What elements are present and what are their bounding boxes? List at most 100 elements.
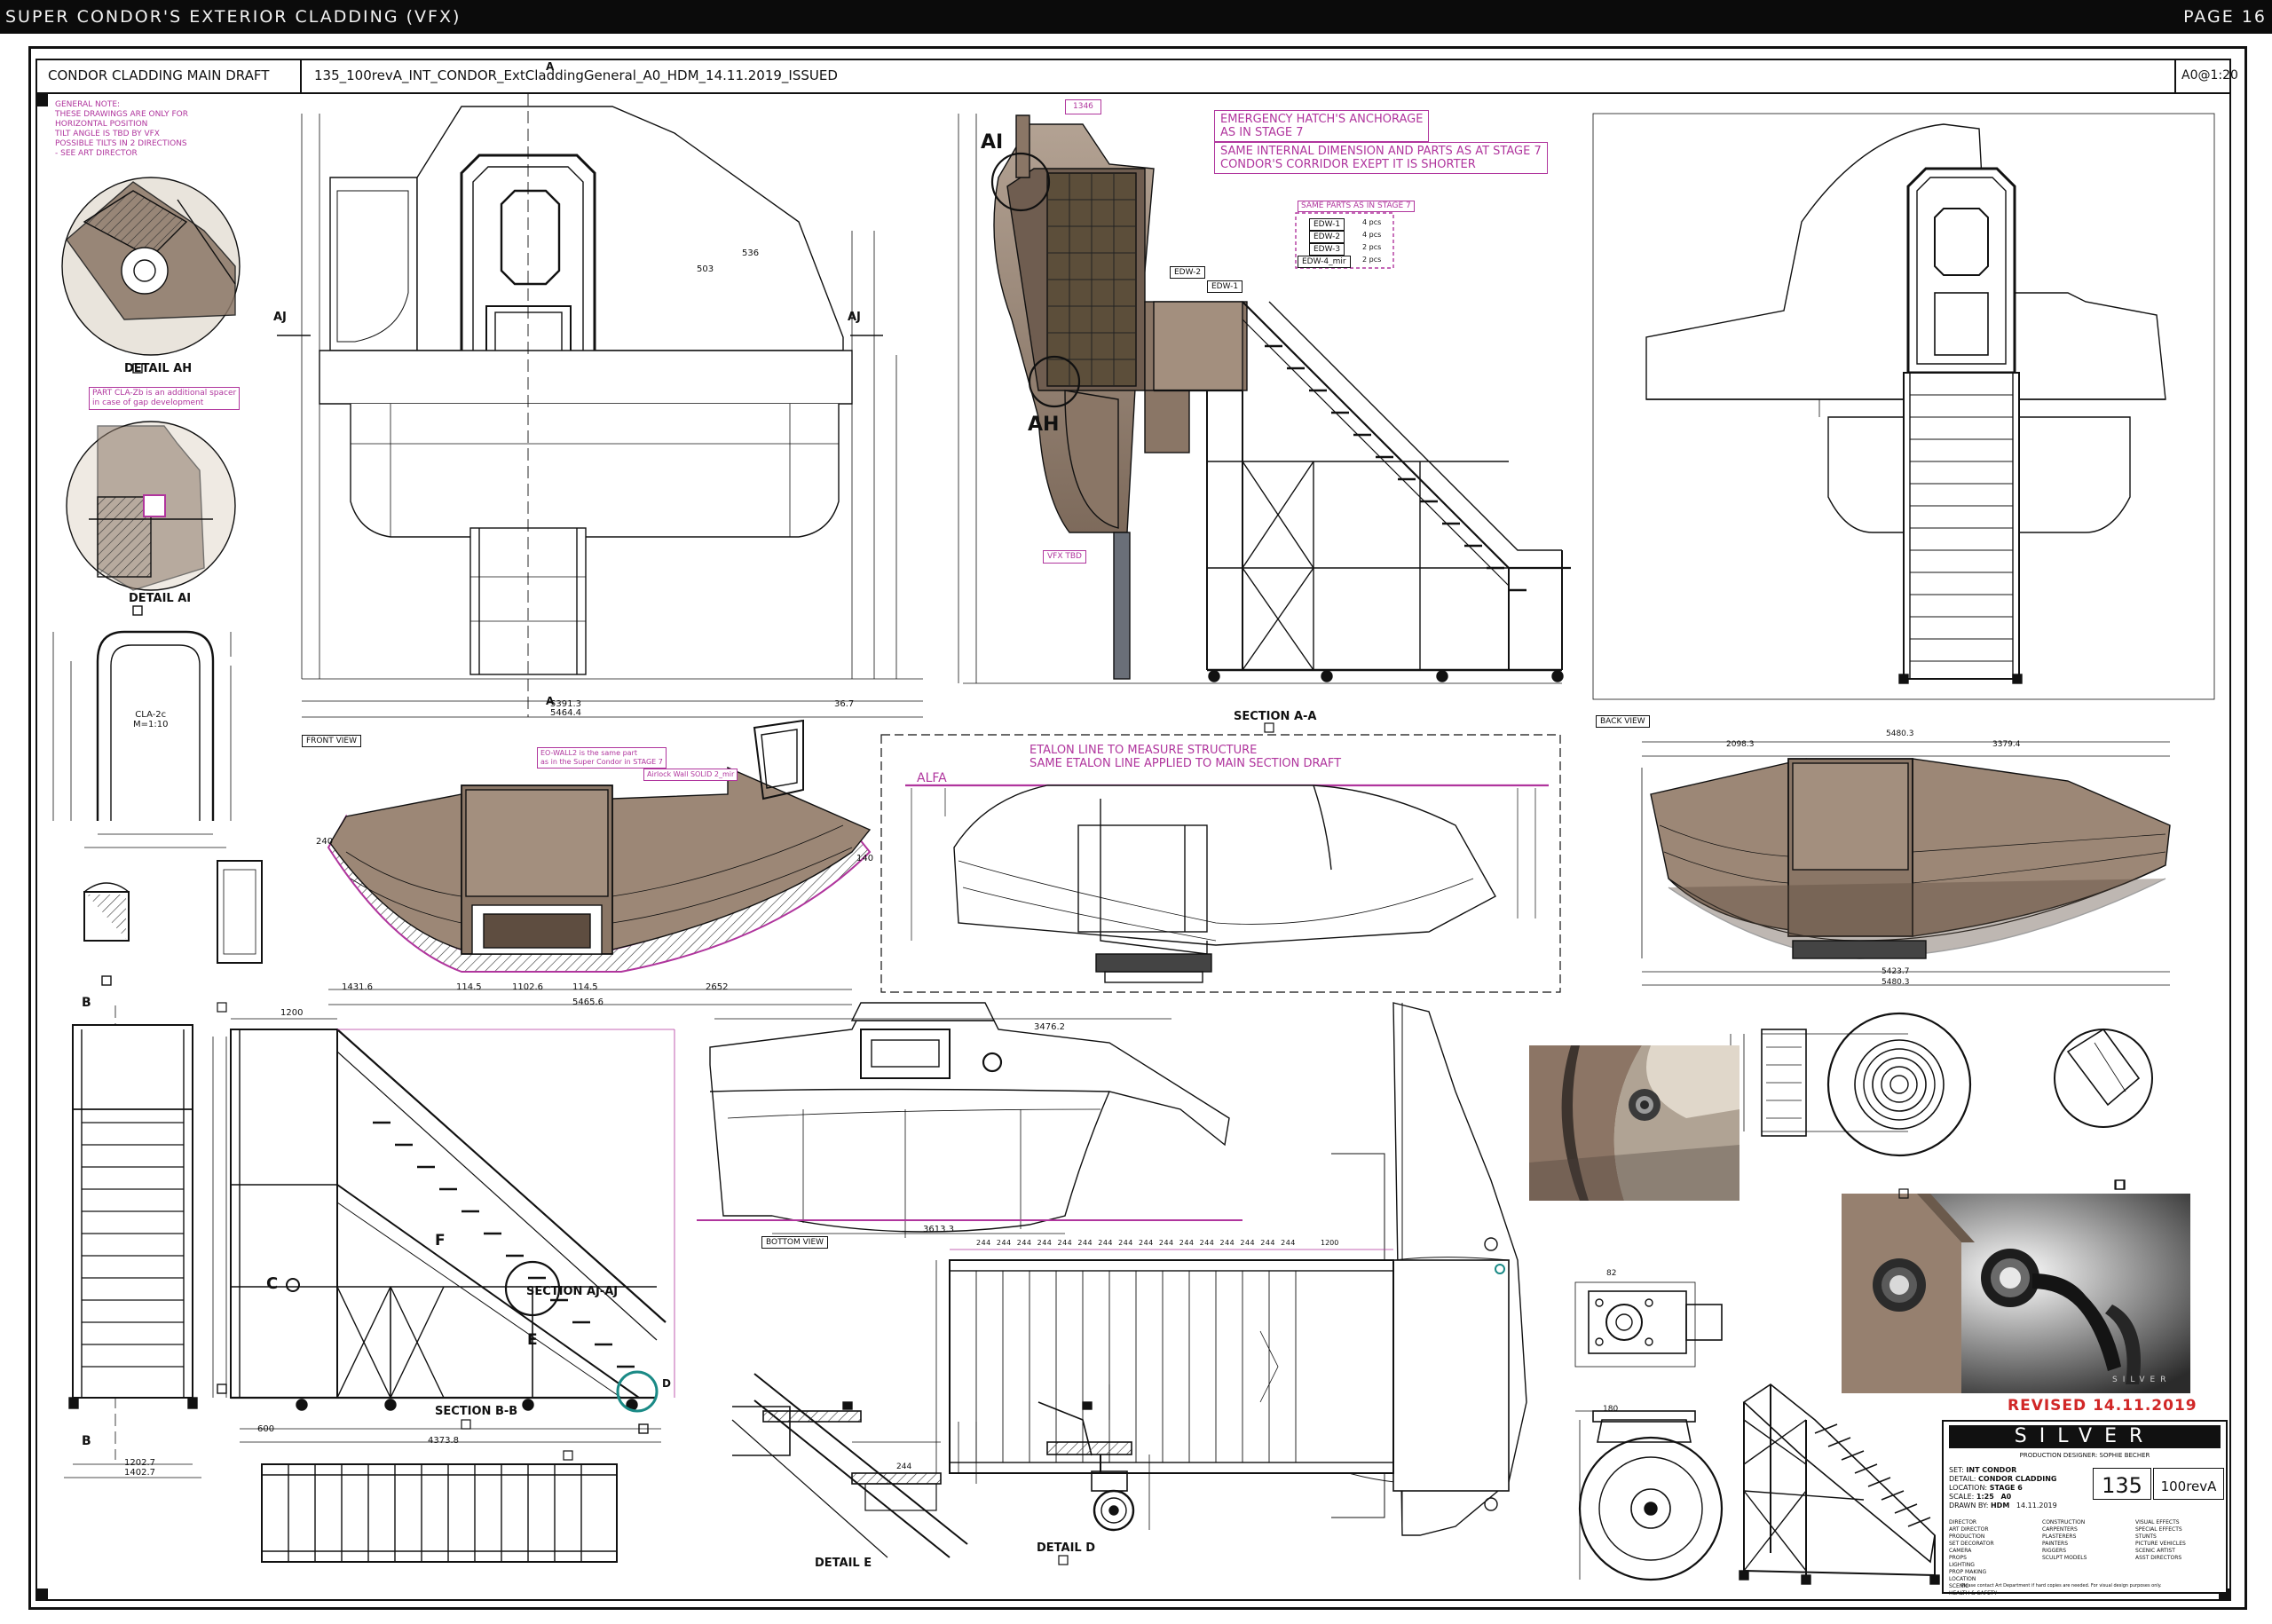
parts-list-qty: 2 pcs xyxy=(1362,243,1382,251)
bottom-view-dim-bottom: 3613.3 xyxy=(923,1225,954,1234)
same-internal-note: SAME INTERNAL DIMENSION AND PARTS AS AT … xyxy=(1214,142,1548,174)
cla-2c-label: CLA-2c M=1:10 xyxy=(133,710,169,729)
airlock-note: Airlock Wall SOLID 2_mir xyxy=(643,769,738,781)
mid-dim-5: 2652 xyxy=(706,982,729,992)
back-top-total: 5480.3 xyxy=(1886,729,1914,738)
callout-e: E xyxy=(527,1331,538,1349)
section-bb-label: SECTION B-B xyxy=(435,1405,518,1418)
cla-2c-arch-drawing xyxy=(52,630,232,848)
mid-dim-2: 114.5 xyxy=(456,982,482,992)
drawing-number: 100revA xyxy=(2153,1468,2224,1500)
callout-aj-left: AJ xyxy=(273,311,287,324)
detail-ah-label: DETAIL AH xyxy=(124,362,193,375)
tb-row-detail: DETAIL: CONDOR CLADDING xyxy=(1949,1475,2057,1483)
tb-row-scale: SCALE: 1:25 A0 xyxy=(1949,1493,2012,1501)
section-bb-stair-drawing xyxy=(212,1018,675,1443)
caster-drawings xyxy=(1574,1281,1724,1581)
bottom-view-drawing xyxy=(697,1002,1242,1238)
stair-3d-drawing xyxy=(1739,1384,1940,1585)
detail-ah-drawing xyxy=(61,177,241,374)
tb-row-set: SET: INT CONDOR xyxy=(1949,1466,2017,1474)
vfx-tbd-note: VFX TBD xyxy=(1043,550,1086,564)
detail-e-label: DETAIL E xyxy=(815,1557,872,1570)
mid-dim-3: 1102.6 xyxy=(512,982,543,992)
cladding-arc-drawing xyxy=(327,766,872,1005)
detail-d-label: DETAIL D xyxy=(1037,1541,1096,1555)
callout-f: F xyxy=(435,1232,446,1250)
back-view-drawing xyxy=(1592,113,2215,700)
callout-b-bottom: B xyxy=(82,1434,91,1448)
dim-1346: 1346 xyxy=(1065,99,1101,114)
revised-date: REVISED 14.11.2019 xyxy=(2008,1397,2197,1415)
mid-dim-4: 114.5 xyxy=(572,982,598,992)
mid-dim-1: 1431.6 xyxy=(342,982,373,992)
hatch-ring-drawings xyxy=(1730,1012,2153,1190)
callout-a-top: A xyxy=(546,60,555,73)
front-view-drawing xyxy=(277,93,923,718)
back-top-left: 2098.3 xyxy=(1726,740,1755,749)
production-designer: PRODUCTION DESIGNER: SOPHIE BECHER xyxy=(2019,1452,2150,1459)
callout-d: D xyxy=(662,1377,671,1390)
stair-front-drawing xyxy=(64,1005,201,1478)
stair-front-dim-2: 1402.7 xyxy=(124,1468,155,1478)
bottom-view-dim-top: 3476.2 xyxy=(1034,1022,1065,1032)
callout-aj-right: AJ xyxy=(848,311,861,324)
callout-b-top: B xyxy=(82,996,91,1010)
parts-list-qty: 2 pcs xyxy=(1362,256,1382,264)
step-dim-row: 244 244 244 244 244 244 244 244 244 244 … xyxy=(976,1239,1296,1247)
edw-2-tag: EDW-2 xyxy=(1170,266,1206,279)
callout-a-bottom: A xyxy=(546,695,555,707)
front-width-total: 5464.4 xyxy=(550,708,581,718)
mid-dim-left: 240 xyxy=(316,837,334,847)
render-lamp-photo xyxy=(1842,1194,2190,1393)
parts-list-code: EDW-2 xyxy=(1309,231,1345,243)
same-parts-note: SAME PARTS AS IN STAGE 7 xyxy=(1298,201,1415,212)
tb-row-drawn: DRAWN BY: HDM 14.11.2019 xyxy=(1949,1502,2057,1510)
back-top-right: 3379.4 xyxy=(1992,740,2021,749)
callout-ai: AI xyxy=(981,131,1004,154)
section-aa-drawing xyxy=(958,114,1571,684)
edw-1-tag: EDW-1 xyxy=(1207,280,1243,293)
stair-plan-drawing xyxy=(261,1463,618,1563)
parts-list-code: EDW-1 xyxy=(1309,218,1345,231)
emergency-hatch-note: EMERGENCY HATCH'S ANCHORAGE AS IN STAGE … xyxy=(1214,110,1430,142)
stair-bottom-dim-2: 4373.8 xyxy=(428,1436,459,1446)
back-cladding-drawing xyxy=(1641,741,2171,986)
mid-dim-right: 140 xyxy=(856,854,874,863)
back-view-label: BACK VIEW xyxy=(1596,715,1650,728)
part-cla-note: PART CLA-Zb is an additional spacer in c… xyxy=(89,387,241,410)
stair-front-dim-1: 1202.7 xyxy=(124,1458,155,1468)
detail-ai-label: DETAIL AI xyxy=(129,592,192,605)
parts-list-code: EDW-3 xyxy=(1309,243,1345,256)
tb-row-location: LOCATION: STAGE 6 xyxy=(1949,1484,2023,1492)
brand-logo: SILVER xyxy=(1949,1425,2221,1448)
set-number: 135 xyxy=(2093,1468,2151,1500)
front-small-dim-2: 536 xyxy=(742,248,760,258)
parts-list-code: EDW-4_mir xyxy=(1298,256,1351,268)
etalon-note: ETALON LINE TO MEASURE STRUCTURE SAME ET… xyxy=(1030,744,1342,770)
technical-drawing xyxy=(52,93,2215,1585)
front-small-dim-1: 503 xyxy=(697,264,714,274)
alfa-label: ALFA xyxy=(917,771,947,785)
parts-list-qty: 4 pcs xyxy=(1362,218,1382,226)
general-note: GENERAL NOTE: THESE DRAWINGS ARE ONLY FO… xyxy=(55,100,188,158)
bottom-view-label: BOTTOM VIEW xyxy=(761,1236,829,1249)
wheel-dim-2: 180 xyxy=(1603,1405,1619,1414)
stair-top-dim: 1200 xyxy=(280,1008,304,1018)
stair-bottom-dim-1: 600 xyxy=(257,1424,275,1434)
render-detail-photo xyxy=(1529,1045,1740,1201)
callout-c: C xyxy=(266,1274,279,1293)
section-aa-label: SECTION A-A xyxy=(1234,710,1317,723)
small-profile-drawings xyxy=(83,860,263,986)
tb-footer: Please contact Art Department if hard co… xyxy=(1961,1583,2162,1589)
title-block: SILVER PRODUCTION DESIGNER: SOPHIE BECHE… xyxy=(1942,1420,2228,1596)
back-bottom-2: 5480.3 xyxy=(1882,978,1910,987)
front-view-label: FRONT VIEW xyxy=(302,735,362,747)
detail-e-dim: 244 xyxy=(896,1462,912,1471)
callout-ah: AH xyxy=(1028,414,1060,436)
mid-dim-total: 5465.6 xyxy=(572,997,604,1007)
wheel-dim-1: 82 xyxy=(1606,1269,1617,1278)
section-aj-label: SECTION AJ-AJ xyxy=(526,1285,619,1298)
detail-e-drawing xyxy=(731,1373,977,1558)
back-bottom-1: 5423.7 xyxy=(1882,967,1910,976)
